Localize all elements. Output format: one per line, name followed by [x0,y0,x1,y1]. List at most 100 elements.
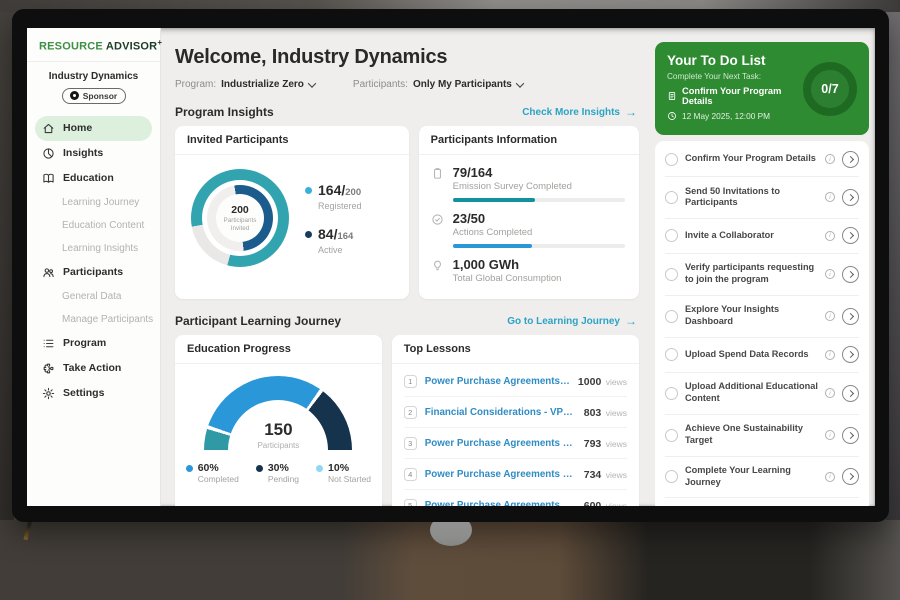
lesson-row: 4Power Purchase Agreements 102734 views [404,458,627,489]
task-checkbox[interactable] [665,153,678,166]
task-row-upload-spend-data-records: Upload Spend Data Recordsi [665,337,859,372]
task-checkbox[interactable] [665,470,678,483]
stat-value: 23/50 [453,211,625,226]
sidebar-item-label: Learning Journey [62,197,139,208]
info-icon[interactable]: i [825,192,835,202]
task-label: Achieve One Sustainability Target [685,423,818,447]
info-icon[interactable]: i [825,269,835,279]
info-icon[interactable]: i [825,154,835,164]
sidebar-item-label: Insights [63,147,103,159]
todo-due-date: 12 May 2025, 12:00 PM [667,111,795,121]
sidebar-item-home[interactable]: Home [35,116,152,141]
invited-legend: 164/200Registered84/164Active [305,182,362,255]
lesson-link[interactable]: Power Purchase Agreements 101 [425,376,570,387]
invited-participants-card: Invited Participants 200 Participants In… [175,126,409,299]
lesson-row: 2Financial Considerations - VPPAs803 vie… [404,396,627,427]
top-lessons-card: Top Lessons 1Power Purchase Agreements 1… [392,335,639,506]
sidebar-item-insights[interactable]: Insights [35,141,152,166]
main-content: Welcome, Industry Dynamics Program: Indu… [161,28,651,506]
info-icon[interactable]: i [825,388,835,398]
sidebar-item-learning-insights[interactable]: Learning Insights [35,237,152,260]
legend-item-pending: 30%Pending [256,462,299,484]
sidebar-item-label: Learning Insights [62,243,138,254]
sidebar-nav: Home Insights Education Learning Journey Edu… [27,116,160,406]
stat-label: Emission Survey Completed [453,181,625,192]
task-label: Upload Additional Educational Content [685,381,818,405]
task-open-button[interactable] [842,308,859,325]
task-checkbox[interactable] [665,310,678,323]
task-row-upload-additional-educational-content: Upload Additional Educational Content i [665,372,859,414]
sidebar-item-learning-journey[interactable]: Learning Journey [35,191,152,214]
insights-icon [42,147,55,160]
stat-actions-completed: 23/50Actions Completed [431,211,625,248]
task-row-confirm-your-program-details: Confirm Your Program Detailsi [665,142,859,176]
monitor-bezel: RESOURCE ADVISOR+ Industry Dynamics Spon… [12,9,889,522]
education-icon [42,172,55,185]
task-open-button[interactable] [842,266,859,283]
sidebar-item-settings[interactable]: Settings [35,381,152,406]
legend-item-not-started: 10%Not Started [316,462,371,484]
task-checkbox[interactable] [665,429,678,442]
task-checkbox[interactable] [665,387,678,400]
info-icon[interactable]: i [825,430,835,440]
task-open-button[interactable] [842,189,859,206]
sidebar-item-manage-participants[interactable]: Manage Participants [35,308,152,331]
info-icon[interactable]: i [825,350,835,360]
task-open-button[interactable] [842,385,859,402]
lesson-link[interactable]: Power Purchase Agreements 103 [425,500,576,507]
arrow-right-icon: → [625,314,637,328]
participants-select[interactable]: Participants: Only My Participants [353,79,523,90]
lesson-link[interactable]: Power Purchase Agreements 102 [425,469,576,480]
todo-title: Your To Do List [667,53,795,68]
task-open-button[interactable] [842,468,859,485]
task-checkbox[interactable] [665,229,678,242]
go-to-learning-journey-link[interactable]: Go to Learning Journey → [507,314,637,328]
lesson-link[interactable]: Financial Considerations - VPPAs [425,407,576,418]
sponsor-icon [70,91,79,100]
info-icon[interactable]: i [825,472,835,482]
task-open-button[interactable] [842,346,859,363]
stat-label: Total Global Consumption [453,273,625,284]
sidebar-item-general-data[interactable]: General Data [35,285,152,308]
todo-subtitle: Complete Your Next Task: [667,72,795,81]
task-checkbox[interactable] [665,348,678,361]
chevron-right-icon [846,313,853,320]
legend-dot-icon [305,231,312,238]
collapse-tasks-link[interactable]: Collapse Tasks [665,497,859,506]
education-legend: 60%Completed 30%Pending 10%Not Started [186,462,371,484]
sidebar-item-participants[interactable]: Participants [35,260,152,285]
sidebar-item-education-content[interactable]: Education Content [35,214,152,237]
chevron-down-icon [308,79,316,87]
legend-item-completed: 60%Completed [186,462,239,484]
todo-progress-ring: 0/7 [803,62,857,116]
info-icon[interactable]: i [825,231,835,241]
sidebar-item-label: Education Content [62,220,144,231]
task-open-button[interactable] [842,227,859,244]
task-checkbox[interactable] [665,268,678,281]
task-open-button[interactable] [842,427,859,444]
program-insights-header: Program Insights Check More Insights → [175,105,637,119]
sidebar-item-program[interactable]: Program [35,331,152,356]
check-more-insights-link[interactable]: Check More Insights → [522,105,637,119]
donut-center-label: Participants Invited [219,217,261,231]
page-title: Welcome, Industry Dynamics [175,46,639,69]
chevron-right-icon [846,194,853,201]
todo-tasks-card: Confirm Your Program DetailsiSend 50 Inv… [655,141,869,506]
education-progress-gauge-chart: 150 Participants [204,376,352,450]
lesson-link[interactable]: Power Purchase Agreements 101 [425,438,576,449]
sidebar-item-education[interactable]: Education [35,166,152,191]
task-checkbox[interactable] [665,191,678,204]
info-icon[interactable]: i [825,311,835,321]
app-logo: RESOURCE ADVISOR+ [27,28,160,62]
lesson-row: 3Power Purchase Agreements 101793 views [404,427,627,458]
task-label: Complete Your Learning Journey [685,465,818,489]
sponsor-badge[interactable]: Sponsor [62,88,126,104]
sidebar-item-take-action[interactable]: Take Action [35,356,152,381]
chevron-right-icon [846,390,853,397]
filters-row: Program: Industrialize Zero Participants… [175,79,639,90]
app-window: RESOURCE ADVISOR+ Industry Dynamics Spon… [27,28,875,506]
program-select[interactable]: Program: Industrialize Zero [175,79,315,90]
legend-dot-icon [316,465,323,472]
task-open-button[interactable] [842,151,859,168]
chevron-down-icon [516,79,524,87]
